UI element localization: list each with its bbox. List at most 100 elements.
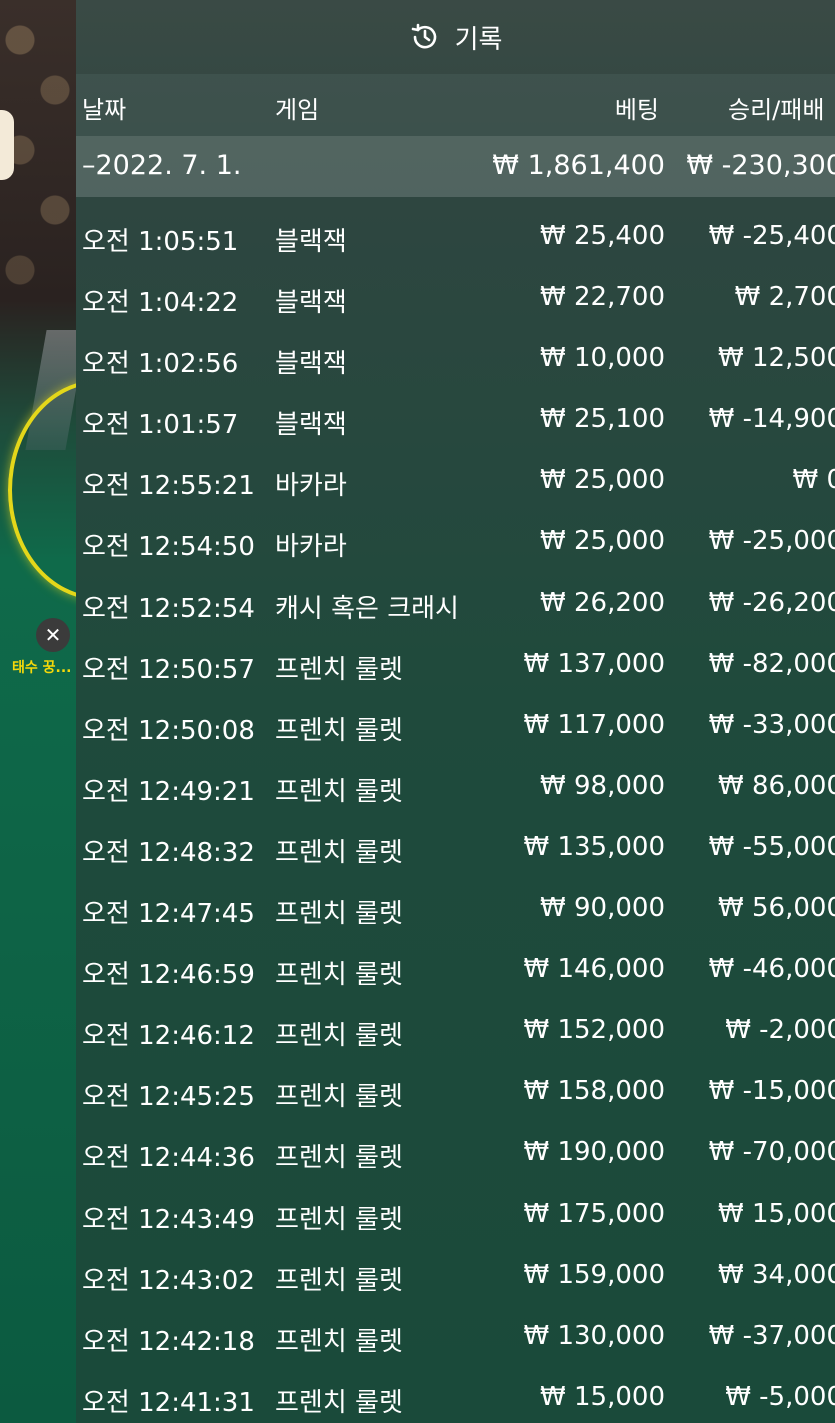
row-result: ₩ -33,000 [708, 709, 835, 740]
history-row[interactable]: 오전 12:43:49 프렌치 룰렛 ₩ 175,000 ₩ 15,000 [76, 1181, 835, 1242]
row-time: 오전 12:50:57 [82, 654, 255, 685]
history-row[interactable]: 오전 12:44:36 프렌치 룰렛 ₩ 190,000 ₩ -70,000 [76, 1119, 835, 1180]
group-result-total: ₩ -230,300 [686, 150, 835, 181]
group-bet-total: ₩ 1,861,400 [492, 150, 665, 181]
row-time: 오전 12:50:08 [82, 715, 255, 746]
history-row[interactable]: 오전 12:50:57 프렌치 룰렛 ₩ 137,000 ₩ -82,000 [76, 631, 835, 692]
row-bet: ₩ 159,000 [523, 1259, 666, 1290]
column-date: 날짜 [82, 96, 127, 124]
close-icon: ✕ [44, 623, 62, 647]
history-panel: 기록 날짜 게임 베팅 승리/패배 –2022. 7. 1. ₩ 1,861,4… [76, 0, 835, 1423]
row-game: 프렌치 룰렛 [275, 654, 403, 685]
history-row[interactable]: 오전 12:52:54 캐시 혹은 크래시 ₩ 26,200 ₩ -26,200 [76, 570, 835, 631]
row-bet: ₩ 152,000 [523, 1015, 666, 1046]
row-bet: ₩ 26,200 [540, 587, 665, 618]
history-row[interactable]: 오전 12:55:21 바카라 ₩ 25,000 ₩ 0 [76, 447, 835, 508]
row-bet: ₩ 158,000 [523, 1076, 666, 1107]
history-row[interactable]: 오전 12:48:32 프렌치 룰렛 ₩ 135,000 ₩ -55,000 [76, 814, 835, 875]
panel-header: 기록 [76, 0, 835, 74]
row-result: ₩ 0 [792, 465, 835, 496]
row-time: 오전 1:01:57 [82, 410, 239, 441]
history-row[interactable]: 오전 12:54:50 바카라 ₩ 25,000 ₩ -25,000 [76, 508, 835, 569]
row-result: ₩ -26,200 [708, 587, 835, 618]
history-row[interactable]: 오전 1:05:51 블랙잭 ₩ 25,400 ₩ -25,400 [76, 203, 835, 264]
row-bet: ₩ 15,000 [540, 1381, 665, 1412]
row-bet: ₩ 22,700 [540, 282, 665, 313]
row-game: 프렌치 룰렛 [275, 899, 403, 930]
row-result: ₩ -55,000 [708, 831, 835, 862]
row-game: 프렌치 룰렛 [275, 715, 403, 746]
row-result: ₩ 34,000 [718, 1259, 835, 1290]
row-result: ₩ -15,000 [708, 1076, 835, 1107]
row-time: 오전 12:48:32 [82, 837, 255, 868]
row-bet: ₩ 25,400 [540, 221, 665, 251]
history-row[interactable]: 오전 12:46:12 프렌치 룰렛 ₩ 152,000 ₩ -2,000 [76, 997, 835, 1058]
history-row[interactable]: 오전 12:49:21 프렌치 룰렛 ₩ 98,000 ₩ 86,000 [76, 753, 835, 814]
history-row[interactable]: 오전 12:41:31 프렌치 룰렛 ₩ 15,000 ₩ -5,000 [76, 1364, 835, 1423]
row-time: 오전 12:46:59 [82, 960, 255, 991]
row-bet: ₩ 90,000 [540, 893, 665, 924]
row-game: 블랙잭 [275, 288, 347, 319]
row-game: 블랙잭 [275, 410, 347, 441]
row-time: 오전 12:55:21 [82, 471, 255, 502]
row-game: 프렌치 룰렛 [275, 1387, 403, 1418]
row-time: 오전 12:45:25 [82, 1082, 255, 1113]
panel-title: 기록 [454, 24, 503, 55]
row-result: ₩ -2,000 [725, 1015, 835, 1046]
date-group-row[interactable]: –2022. 7. 1. ₩ 1,861,400 ₩ -230,300 [76, 136, 835, 197]
history-row[interactable]: 오전 1:01:57 블랙잭 ₩ 25,100 ₩ -14,900 [76, 386, 835, 447]
history-row[interactable]: 오전 12:42:18 프렌치 룰렛 ₩ 130,000 ₩ -37,000 [76, 1303, 835, 1364]
row-time: 오전 12:43:02 [82, 1265, 255, 1296]
column-result: 승리/패배 [728, 96, 825, 124]
game-background [0, 0, 76, 1423]
row-result: ₩ 15,000 [718, 1198, 835, 1229]
history-row[interactable]: 오전 12:46:59 프렌치 룰렛 ₩ 146,000 ₩ -46,000 [76, 936, 835, 997]
close-button[interactable]: ✕ [36, 618, 70, 652]
row-game: 프렌치 룰렛 [275, 1265, 403, 1296]
row-bet: ₩ 175,000 [523, 1198, 666, 1229]
row-result: ₩ -5,000 [725, 1381, 835, 1412]
row-result: ₩ 56,000 [718, 893, 835, 924]
row-time: 오전 12:47:45 [82, 899, 255, 930]
row-time: 오전 12:52:54 [82, 593, 255, 624]
row-result: ₩ 2,700 [734, 282, 835, 313]
row-bet: ₩ 135,000 [523, 831, 666, 862]
row-bet: ₩ 10,000 [540, 343, 665, 374]
row-time: 오전 12:46:12 [82, 1021, 255, 1052]
row-game: 블랙잭 [275, 349, 347, 380]
history-icon [411, 23, 436, 49]
row-result: ₩ 12,500 [718, 343, 835, 374]
history-row[interactable]: 오전 1:02:56 블랙잭 ₩ 10,000 ₩ 12,500 [76, 325, 835, 386]
row-bet: ₩ 25,000 [540, 465, 665, 496]
row-bet: ₩ 146,000 [523, 954, 666, 985]
row-game: 프렌치 룰렛 [275, 1326, 403, 1357]
row-game: 블랙잭 [275, 227, 347, 257]
history-row[interactable]: 오전 12:50:08 프렌치 룰렛 ₩ 117,000 ₩ -33,000 [76, 692, 835, 753]
row-time: 오전 1:02:56 [82, 349, 239, 380]
row-time: 오전 12:43:49 [82, 1204, 255, 1235]
group-date: –2022. 7. 1. [82, 150, 242, 181]
row-time: 오전 12:42:18 [82, 1326, 255, 1357]
table-edge-decoration [8, 380, 76, 600]
row-game: 바카라 [275, 532, 347, 563]
history-row[interactable]: 오전 1:04:22 블랙잭 ₩ 22,700 ₩ 2,700 [76, 264, 835, 325]
row-result: ₩ -25,400 [708, 221, 835, 251]
row-bet: ₩ 190,000 [523, 1137, 666, 1168]
history-row[interactable]: 오전 12:43:02 프렌치 룰렛 ₩ 159,000 ₩ 34,000 [76, 1242, 835, 1303]
player-name-label: 태수 꿍... [12, 660, 72, 676]
row-result: ₩ -46,000 [708, 954, 835, 985]
row-result: ₩ -70,000 [708, 1137, 835, 1168]
history-row[interactable]: 오전 12:47:45 프렌치 룰렛 ₩ 90,000 ₩ 56,000 [76, 875, 835, 936]
row-time: 오전 1:04:22 [82, 288, 239, 319]
history-list: 오전 1:05:51 블랙잭 ₩ 25,400 ₩ -25,400 오전 1:04:2… [76, 197, 835, 1423]
row-time: 오전 12:41:31 [82, 1387, 255, 1418]
column-header-row: 날짜 게임 베팅 승리/패배 [76, 74, 835, 136]
row-game: 캐시 혹은 크래시 [275, 593, 459, 624]
column-game: 게임 [275, 96, 320, 124]
history-row[interactable]: 오전 12:45:25 프렌치 룰렛 ₩ 158,000 ₩ -15,000 [76, 1058, 835, 1119]
row-result: ₩ -82,000 [708, 648, 835, 679]
row-result: ₩ -14,900 [708, 404, 835, 435]
row-game: 프렌치 룰렛 [275, 960, 403, 991]
row-game: 프렌치 룰렛 [275, 1082, 403, 1113]
row-bet: ₩ 130,000 [523, 1320, 666, 1351]
